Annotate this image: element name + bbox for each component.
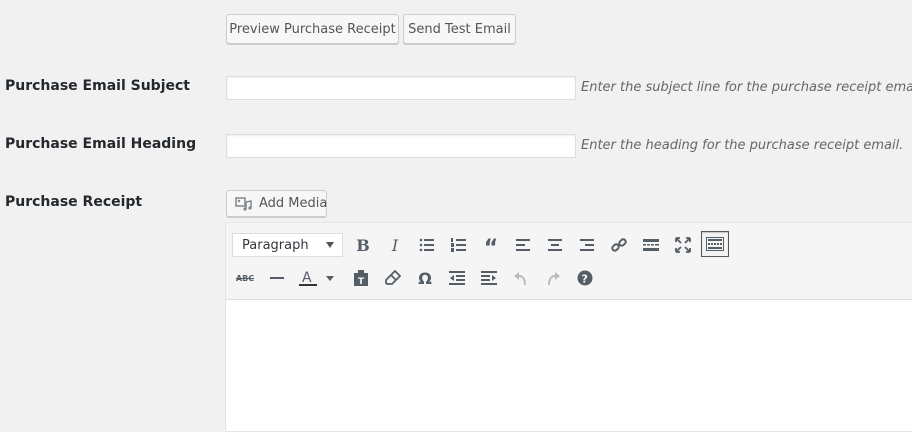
- toolbar-toggle-button[interactable]: [701, 231, 729, 257]
- fullscreen-button[interactable]: [670, 232, 696, 258]
- format-select-value: Paragraph: [242, 237, 309, 253]
- preview-purchase-receipt-label: Preview Purchase Receipt: [229, 21, 396, 37]
- strikethrough-icon: ABC: [235, 273, 255, 283]
- align-left-button[interactable]: [510, 232, 536, 258]
- text-color-icon: A: [299, 270, 334, 286]
- indent-button[interactable]: [476, 265, 502, 291]
- clear-formatting-button[interactable]: [380, 265, 406, 291]
- link-button[interactable]: [606, 232, 632, 258]
- undo-button[interactable]: [508, 265, 534, 291]
- purchase-email-subject-description: Enter the subject line for the purchase …: [581, 80, 912, 95]
- svg-text:?: ?: [582, 273, 588, 286]
- preview-purchase-receipt-button[interactable]: Preview Purchase Receipt: [226, 14, 399, 44]
- purchase-email-heading-input[interactable]: [226, 134, 576, 158]
- outdent-button[interactable]: [444, 265, 470, 291]
- editor-content-area[interactable]: [226, 300, 912, 431]
- paste-text-icon: T: [354, 270, 368, 286]
- toolbar-toggle-icon: [706, 237, 724, 251]
- undo-icon: [514, 272, 526, 286]
- strikethrough-button[interactable]: ABC: [232, 265, 258, 291]
- numbered-list-button[interactable]: [446, 232, 472, 258]
- bold-icon: B: [356, 235, 370, 255]
- bullet-list-button[interactable]: [414, 232, 440, 258]
- bold-button[interactable]: B: [350, 232, 376, 258]
- outdent-icon: [449, 271, 465, 285]
- send-test-email-button[interactable]: Send Test Email: [403, 14, 516, 44]
- purchase-receipt-label: Purchase Receipt: [5, 194, 143, 210]
- add-media-icon: [235, 196, 253, 212]
- add-media-label: Add Media: [259, 196, 328, 211]
- numbered-list-icon: [451, 238, 466, 252]
- read-more-button[interactable]: [638, 232, 664, 258]
- italic-icon: I: [391, 235, 399, 255]
- bullet-list-icon: [419, 238, 434, 252]
- italic-button[interactable]: I: [382, 232, 408, 258]
- send-test-email-label: Send Test Email: [408, 21, 511, 37]
- link-icon: [611, 238, 627, 252]
- fullscreen-icon: [675, 237, 691, 253]
- purchase-email-heading-description: Enter the heading for the purchase recei…: [581, 138, 904, 153]
- special-character-button[interactable]: Ω: [412, 265, 438, 291]
- horizontal-line-button[interactable]: [264, 265, 290, 291]
- help-icon: ?: [577, 270, 593, 286]
- purchase-receipt-editor: Paragraph B I “ ABC A T Ω ?: [225, 222, 912, 432]
- read-more-icon: [643, 239, 659, 251]
- purchase-email-subject-input[interactable]: [226, 76, 576, 100]
- align-left-icon: [516, 239, 530, 251]
- align-center-button[interactable]: [542, 232, 568, 258]
- purchase-email-subject-label: Purchase Email Subject: [5, 78, 190, 94]
- text-color-button[interactable]: A: [296, 265, 338, 291]
- align-center-icon: [548, 239, 562, 251]
- chevron-down-icon: [326, 242, 334, 248]
- special-character-icon: Ω: [418, 268, 432, 288]
- blockquote-icon: “: [483, 236, 499, 261]
- redo-button[interactable]: [540, 265, 566, 291]
- redo-icon: [548, 272, 560, 286]
- purchase-email-heading-label: Purchase Email Heading: [5, 136, 197, 152]
- svg-text:A: A: [302, 270, 312, 286]
- editor-toolbar: Paragraph B I “ ABC A T Ω ?: [226, 223, 912, 300]
- svg-text:T: T: [358, 277, 365, 286]
- paste-text-button[interactable]: T: [348, 265, 374, 291]
- add-media-button[interactable]: Add Media: [226, 190, 327, 217]
- clear-formatting-icon: [385, 270, 401, 285]
- format-select[interactable]: Paragraph: [232, 233, 343, 257]
- align-right-button[interactable]: [574, 232, 600, 258]
- indent-icon: [481, 271, 497, 285]
- horizontal-line-icon: [270, 277, 284, 279]
- align-right-icon: [580, 239, 594, 251]
- help-button[interactable]: ?: [572, 265, 598, 291]
- blockquote-button[interactable]: “: [478, 232, 504, 261]
